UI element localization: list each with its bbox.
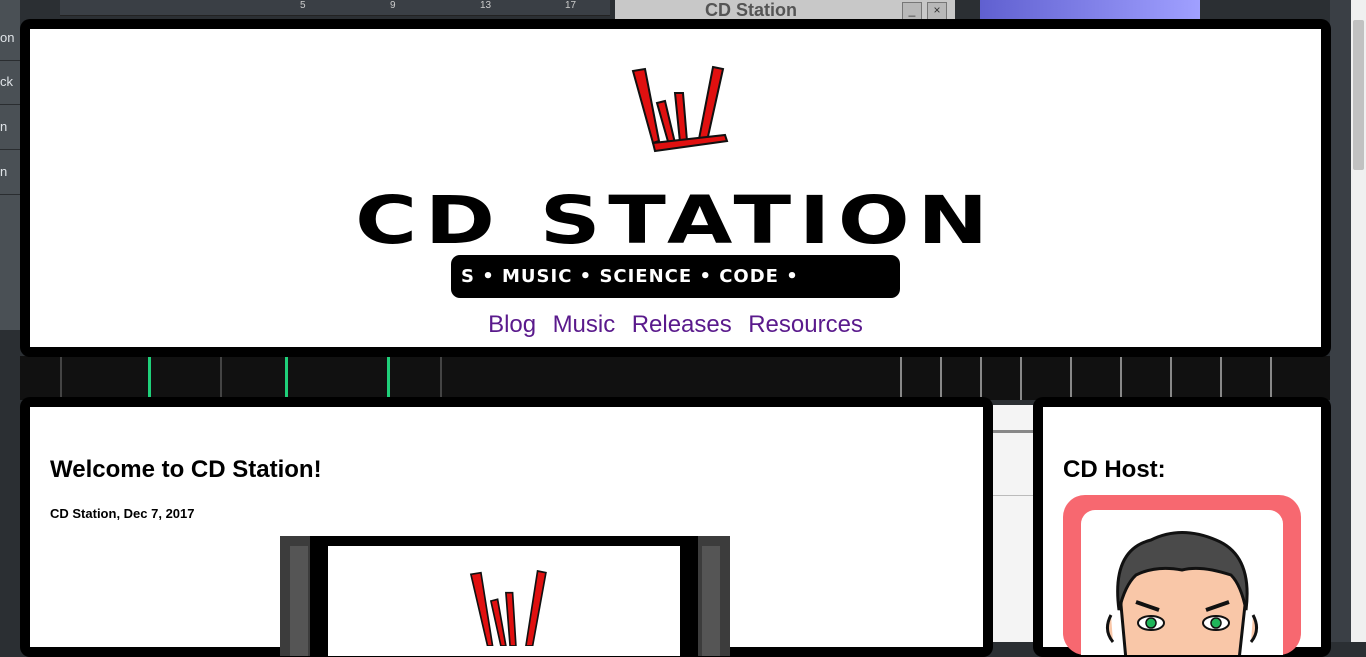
background-side-item: on bbox=[0, 16, 20, 61]
ruler-mark: 13 bbox=[480, 0, 492, 11]
post-image-screen bbox=[328, 546, 680, 656]
cd-station-logo-icon bbox=[469, 570, 547, 646]
blog-post-panel: Welcome to CD Station! CD Station, Dec 7… bbox=[20, 397, 993, 657]
background-side-item: ck bbox=[0, 60, 20, 105]
host-avatar-card bbox=[1063, 495, 1301, 655]
sidebar-panel: CD Host: bbox=[1033, 397, 1331, 657]
post-meta: CD Station, Dec 7, 2017 bbox=[50, 506, 195, 521]
host-avatar-icon bbox=[1106, 531, 1258, 655]
tagline-ticker: S • MUSIC • SCIENCE • CODE • bbox=[451, 255, 900, 298]
post-title[interactable]: Welcome to CD Station! bbox=[50, 456, 322, 484]
nav-link-blog[interactable]: Blog bbox=[488, 311, 536, 338]
site-header-inner: CD STATION S • MUSIC • SCIENCE • CODE • … bbox=[30, 29, 1321, 347]
background-ruler: 5 9 13 17 bbox=[60, 0, 610, 16]
site-header: CD STATION S • MUSIC • SCIENCE • CODE • … bbox=[20, 19, 1331, 357]
background-middle-strip bbox=[993, 405, 1033, 642]
nav-link-resources[interactable]: Resources bbox=[748, 311, 863, 338]
main-nav: Blog Music Releases Resources bbox=[30, 311, 1321, 339]
avatar bbox=[1081, 510, 1283, 655]
close-button[interactable]: × bbox=[927, 2, 947, 20]
scrollbar-thumb[interactable] bbox=[1353, 20, 1364, 170]
background-track-strip bbox=[20, 356, 1330, 400]
post-image bbox=[280, 536, 730, 656]
background-purple-region bbox=[980, 0, 1200, 20]
page-scrollbar[interactable] bbox=[1351, 0, 1366, 642]
minimize-button[interactable]: _ bbox=[902, 2, 922, 20]
ruler-mark: 17 bbox=[565, 0, 577, 11]
sidebar: CD Host: bbox=[1043, 407, 1321, 655]
background-side-panel: on ck n n bbox=[0, 0, 20, 330]
sidebar-title: CD Host: bbox=[1063, 456, 1166, 483]
ruler-mark: 5 bbox=[300, 0, 306, 11]
ticker-text: S • MUSIC • SCIENCE • CODE • bbox=[461, 266, 799, 287]
site-title: CD STATION bbox=[355, 182, 996, 259]
cd-station-logo-icon bbox=[631, 65, 729, 153]
nav-link-releases[interactable]: Releases bbox=[632, 311, 732, 338]
ruler-mark: 9 bbox=[390, 0, 396, 11]
background-side-item: n bbox=[0, 105, 20, 150]
nav-link-music[interactable]: Music bbox=[553, 311, 616, 338]
blog-post: Welcome to CD Station! CD Station, Dec 7… bbox=[30, 407, 983, 656]
